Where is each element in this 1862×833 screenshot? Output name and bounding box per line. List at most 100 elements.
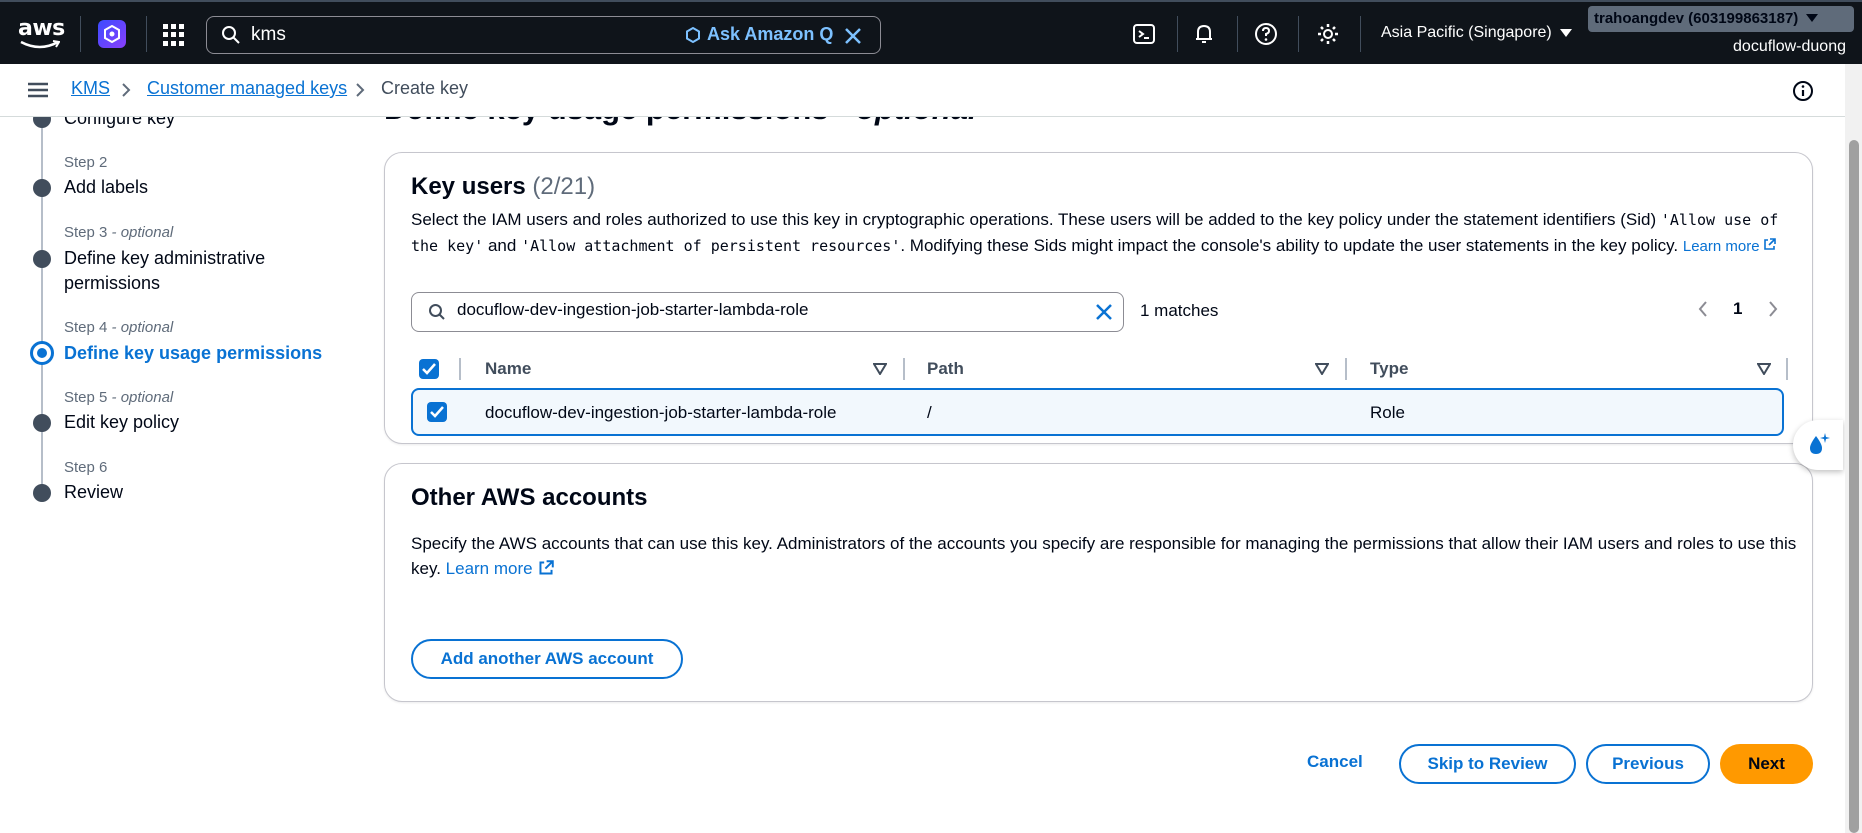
help-icon[interactable] xyxy=(1254,22,1278,46)
column-divider xyxy=(903,358,905,380)
key-users-description: Select the IAM users and roles authorize… xyxy=(411,210,1779,255)
caret-down-icon xyxy=(1559,29,1572,37)
row-checkbox[interactable] xyxy=(427,402,447,422)
select-all-checkbox[interactable] xyxy=(419,359,439,379)
page-number[interactable]: 1 xyxy=(1733,299,1742,319)
step-4-number: Step 4 - optional xyxy=(64,319,174,336)
row-type: Role xyxy=(1370,403,1405,422)
key-users-count: (2/21) xyxy=(532,173,596,200)
step-6-dot xyxy=(33,484,51,502)
learn-more-link[interactable]: Learn more xyxy=(1683,238,1776,255)
next-page-icon[interactable] xyxy=(1765,299,1781,319)
step-5-dot xyxy=(33,414,51,432)
chevron-right-icon xyxy=(356,83,365,97)
step-2-number: Step 2 xyxy=(64,154,108,171)
key-users-card: Key users (2/21) Select the IAM users an… xyxy=(384,152,1813,444)
account-menu[interactable]: trahoangdev (603199863187) xyxy=(1588,6,1854,32)
external-link-icon xyxy=(1763,238,1776,250)
cloudshell-icon[interactable] xyxy=(1132,22,1156,46)
user-name[interactable]: docuflow-duong xyxy=(1733,38,1846,56)
breadcrumb-kms[interactable]: KMS xyxy=(71,78,110,99)
info-icon[interactable] xyxy=(1792,80,1814,102)
main-content: Configure key Step 2 Add labels Step 3 -… xyxy=(0,117,1845,833)
amazon-q-icon[interactable] xyxy=(98,20,126,48)
clear-filter-icon[interactable] xyxy=(1094,302,1114,322)
sort-caret-icon[interactable] xyxy=(1315,363,1329,375)
global-search[interactable]: Ask Amazon Q xyxy=(206,16,881,54)
column-divider xyxy=(1786,358,1788,380)
filter-input[interactable] xyxy=(457,300,1057,320)
services-grid-icon[interactable] xyxy=(163,24,185,46)
step-1-dot xyxy=(33,117,51,128)
table-row[interactable]: docuflow-dev-ingestion-job-starter-lambd… xyxy=(411,388,1784,436)
other-accounts-description: Specify the AWS accounts that can use th… xyxy=(411,534,1797,578)
external-link-icon xyxy=(539,560,554,575)
menu-hamburger-icon[interactable] xyxy=(28,82,48,98)
region-label: Asia Pacific (Singapore) xyxy=(1381,24,1552,41)
breadcrumb-bar: KMS Customer managed keys Create key xyxy=(0,64,1845,117)
divider xyxy=(1177,16,1178,52)
search-icon xyxy=(429,304,445,320)
column-header-name[interactable]: Name xyxy=(485,351,531,387)
ask-amazon-q-label: Ask Amazon Q xyxy=(707,24,834,44)
column-header-path[interactable]: Path xyxy=(927,351,964,387)
aws-logo[interactable]: aws xyxy=(18,16,65,49)
steps-line xyxy=(41,117,43,497)
step-2-dot xyxy=(33,179,51,197)
step-4-dot-active xyxy=(30,341,54,365)
step-6-title[interactable]: Review xyxy=(64,480,123,505)
other-accounts-title: Other AWS accounts xyxy=(411,484,648,511)
top-navigation-bar: aws Ask Amazon Q Asia Pacific (Singapore… xyxy=(0,0,1862,64)
clear-search-icon[interactable] xyxy=(842,25,864,47)
search-icon xyxy=(222,26,240,44)
row-name: docuflow-dev-ingestion-job-starter-lambd… xyxy=(485,403,837,422)
divider xyxy=(146,16,147,52)
ask-amazon-q-button[interactable]: Ask Amazon Q xyxy=(685,24,833,45)
step-5-number: Step 5 - optional xyxy=(64,389,174,406)
page-scrollbar-thumb[interactable] xyxy=(1849,140,1859,833)
region-selector[interactable]: Asia Pacific (Singapore) xyxy=(1381,24,1572,42)
notifications-bell-icon[interactable] xyxy=(1192,22,1216,46)
step-1-title[interactable]: Configure key xyxy=(64,117,175,131)
chevron-right-icon xyxy=(122,83,131,97)
caret-down-icon xyxy=(1806,14,1819,22)
step-2-title[interactable]: Add labels xyxy=(64,175,148,200)
previous-button[interactable]: Previous xyxy=(1586,744,1710,784)
settings-gear-icon[interactable] xyxy=(1316,22,1340,46)
sort-caret-icon[interactable] xyxy=(1757,363,1771,375)
sort-caret-icon[interactable] xyxy=(873,363,887,375)
skip-to-review-button[interactable]: Skip to Review xyxy=(1399,744,1576,784)
account-label: trahoangdev (603199863187) xyxy=(1594,10,1799,27)
row-path: / xyxy=(927,403,932,422)
step-3-number: Step 3 - optional xyxy=(64,224,174,241)
next-button[interactable]: Next xyxy=(1720,744,1813,784)
breadcrumb-customer-managed-keys[interactable]: Customer managed keys xyxy=(147,78,347,99)
matches-count: 1 matches xyxy=(1140,301,1219,320)
learn-more-link[interactable]: Learn more xyxy=(446,559,554,578)
step-6-number: Step 6 xyxy=(64,459,108,476)
cancel-button[interactable]: Cancel xyxy=(1307,752,1363,772)
column-header-type[interactable]: Type xyxy=(1370,351,1408,387)
add-another-aws-account-button[interactable]: Add another AWS account xyxy=(411,639,683,679)
step-3-dot xyxy=(33,250,51,268)
column-divider xyxy=(459,358,461,380)
step-4-title[interactable]: Define key usage permissions xyxy=(64,341,322,366)
search-input[interactable] xyxy=(251,24,651,46)
key-users-filter[interactable] xyxy=(411,292,1124,332)
divider xyxy=(1237,16,1238,52)
other-aws-accounts-card: Other AWS accounts Specify the AWS accou… xyxy=(384,463,1813,702)
page-title: Define key usage permissions - optional xyxy=(384,117,977,127)
amazon-q-small-icon xyxy=(686,26,700,43)
aws-logo-text: aws xyxy=(18,16,65,41)
step-5-title[interactable]: Edit key policy xyxy=(64,410,179,435)
divider xyxy=(1360,16,1361,52)
divider xyxy=(1298,16,1299,52)
column-divider xyxy=(1345,358,1347,380)
previous-page-icon[interactable] xyxy=(1695,299,1711,319)
divider xyxy=(80,16,81,52)
floating-assistant-button[interactable] xyxy=(1793,420,1843,470)
key-users-title: Key users (2/21) xyxy=(411,173,596,200)
step-3-title[interactable]: Define key administrative permissions xyxy=(64,246,304,296)
sparkle-droplet-icon xyxy=(1810,433,1830,454)
breadcrumb-create-key: Create key xyxy=(381,78,469,98)
